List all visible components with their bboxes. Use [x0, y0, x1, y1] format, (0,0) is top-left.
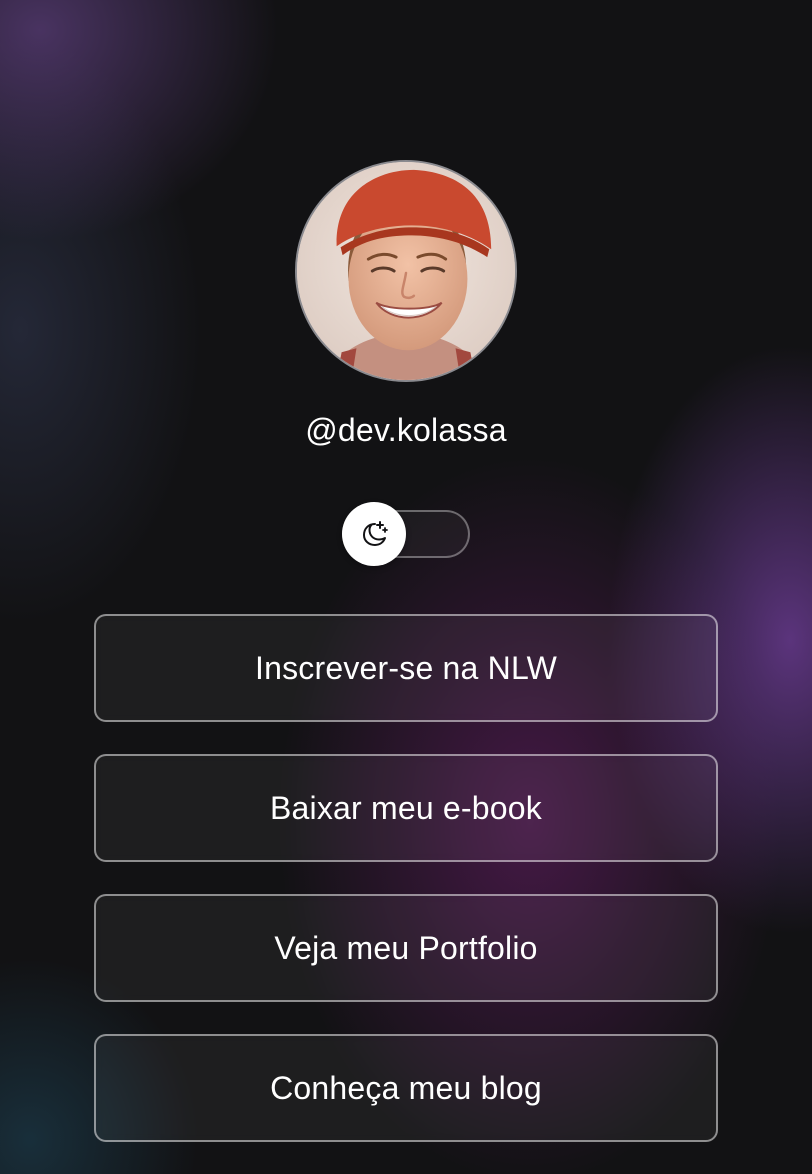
link-item: Conheça meu blog [94, 1034, 718, 1142]
moon-stars-icon [363, 521, 388, 546]
link-item: Inscrever-se na NLW [94, 614, 718, 722]
username-handle: @dev.kolassa [305, 412, 507, 448]
link-item: Veja meu Portfolio [94, 894, 718, 1002]
theme-toggle-switch[interactable] [342, 502, 470, 566]
link-button-blog[interactable]: Conheça meu blog [94, 1034, 718, 1142]
avatar-image [297, 162, 515, 380]
links-list: Inscrever-se na NLW Baixar meu e-book Ve… [94, 614, 718, 1174]
link-item: Baixar meu e-book [94, 754, 718, 862]
link-button-portfolio[interactable]: Veja meu Portfolio [94, 894, 718, 1002]
link-button-nlw[interactable]: Inscrever-se na NLW [94, 614, 718, 722]
switch-knob[interactable] [342, 502, 406, 566]
profile-avatar [295, 160, 517, 382]
link-button-ebook[interactable]: Baixar meu e-book [94, 754, 718, 862]
